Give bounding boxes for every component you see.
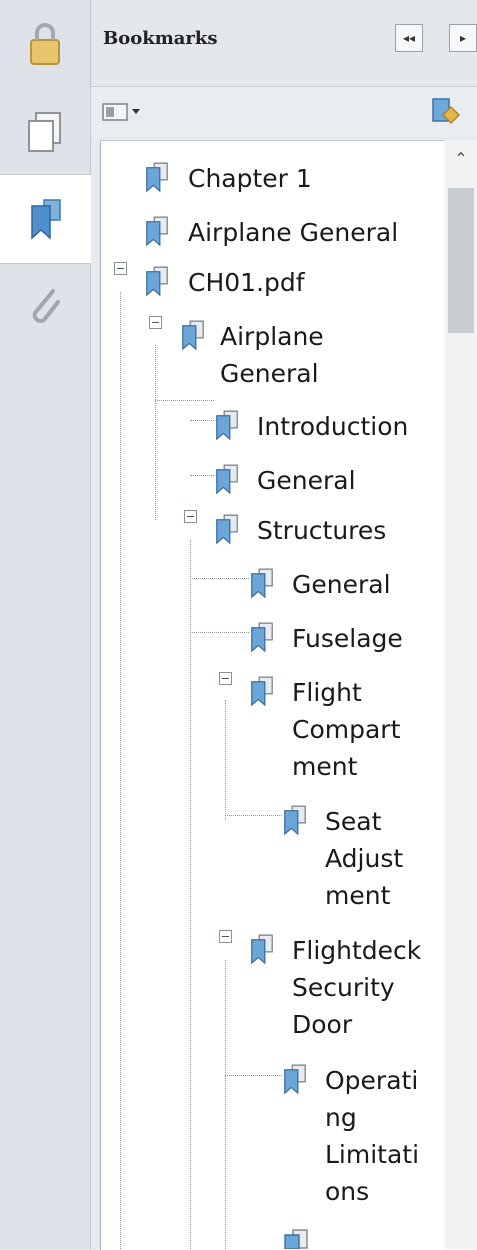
bookmark-icon <box>216 464 238 495</box>
bookmark-label: Limitati <box>325 1140 420 1169</box>
bookmark-label: Airplane <box>220 322 324 351</box>
bookmark-label: Flightdeck <box>292 936 422 965</box>
bookmark-label: Security <box>292 973 395 1002</box>
bookmark-icon <box>146 162 168 193</box>
collapse-toggle[interactable] <box>219 930 232 943</box>
bookmark-label: Airplane General <box>188 218 399 247</box>
bookmark-label: General <box>292 570 391 599</box>
bookmark-icon <box>216 514 238 545</box>
bookmark-label: Adjust <box>325 844 404 873</box>
collapse-toggle[interactable] <box>184 510 197 523</box>
tree-connector-vertical <box>155 345 156 520</box>
bookmark-label: ons <box>325 1177 370 1206</box>
bookmark-icon <box>251 622 273 653</box>
bookmark-label: General <box>220 359 319 388</box>
collapse-toggle[interactable] <box>149 316 162 329</box>
bookmark-label: ment <box>292 752 358 781</box>
bookmark-label: Chapter 1 <box>188 164 312 193</box>
bookmark-label: Fuselage <box>292 624 403 653</box>
bookmark-label: Operati <box>325 1066 419 1095</box>
bookmark-item[interactable]: Seat Adjust ment <box>325 803 403 914</box>
bookmark-label: ng <box>325 1103 357 1132</box>
bookmark-item[interactable]: Flight Compart ment <box>292 674 400 785</box>
bookmark-item[interactable]: Fuselage <box>292 620 403 657</box>
tree-connector-vertical <box>190 540 191 1249</box>
bookmark-label: CH01.pdf <box>188 268 305 297</box>
bookmark-tree-layer: Chapter 1 Airplane General CH01.pdf Airplan… <box>0 0 477 1249</box>
bookmark-icon <box>251 676 273 707</box>
bookmark-icon <box>146 266 168 297</box>
bookmark-icon <box>216 410 238 441</box>
bookmark-item[interactable]: General <box>257 462 356 499</box>
bookmark-item[interactable]: Airplane General <box>188 214 398 251</box>
bookmark-icon <box>251 568 273 599</box>
bookmark-item[interactable]: Operati ng Limitati ons <box>325 1062 419 1210</box>
tree-connector-horizontal <box>190 632 249 633</box>
tree-connector-horizontal <box>190 475 214 476</box>
tree-connector-vertical <box>225 700 226 820</box>
tree-connector-horizontal <box>155 400 214 401</box>
bookmark-item[interactable]: Introduction <box>257 408 408 445</box>
tree-connector-vertical <box>225 960 226 1249</box>
tree-connector-horizontal <box>225 815 282 816</box>
bookmark-label: Compart <box>292 715 401 744</box>
bookmark-label: Structures <box>257 516 387 545</box>
bookmark-label: Seat <box>325 807 382 836</box>
bookmark-icon <box>284 1229 308 1249</box>
bookmark-icon <box>182 320 204 351</box>
bookmark-item[interactable]: General <box>292 566 391 603</box>
bookmark-item[interactable]: CH01.pdf <box>188 264 305 301</box>
collapse-toggle[interactable] <box>114 262 127 275</box>
bookmark-icon <box>284 1064 306 1095</box>
bookmark-icon <box>284 805 306 836</box>
collapse-toggle[interactable] <box>219 672 232 685</box>
bookmark-item[interactable]: Flightdeck Security Door <box>292 932 421 1043</box>
bookmark-icon <box>251 934 273 965</box>
bookmark-item[interactable]: Airplane General <box>220 318 324 392</box>
tree-connector-vertical <box>120 292 121 1249</box>
bookmark-label: ment <box>325 881 391 910</box>
tree-connector-horizontal <box>225 1075 282 1076</box>
bookmark-item[interactable]: Chapter 1 <box>188 160 312 197</box>
bookmark-label: Flight <box>292 678 362 707</box>
tree-connector-horizontal <box>190 420 214 421</box>
bookmark-label: Door <box>292 1010 353 1039</box>
bookmark-label: Introduction <box>257 412 409 441</box>
bookmark-item[interactable]: Structures <box>257 512 386 549</box>
bookmark-icon <box>146 216 168 247</box>
bookmark-label: General <box>257 466 356 495</box>
tree-connector-horizontal <box>190 578 249 579</box>
